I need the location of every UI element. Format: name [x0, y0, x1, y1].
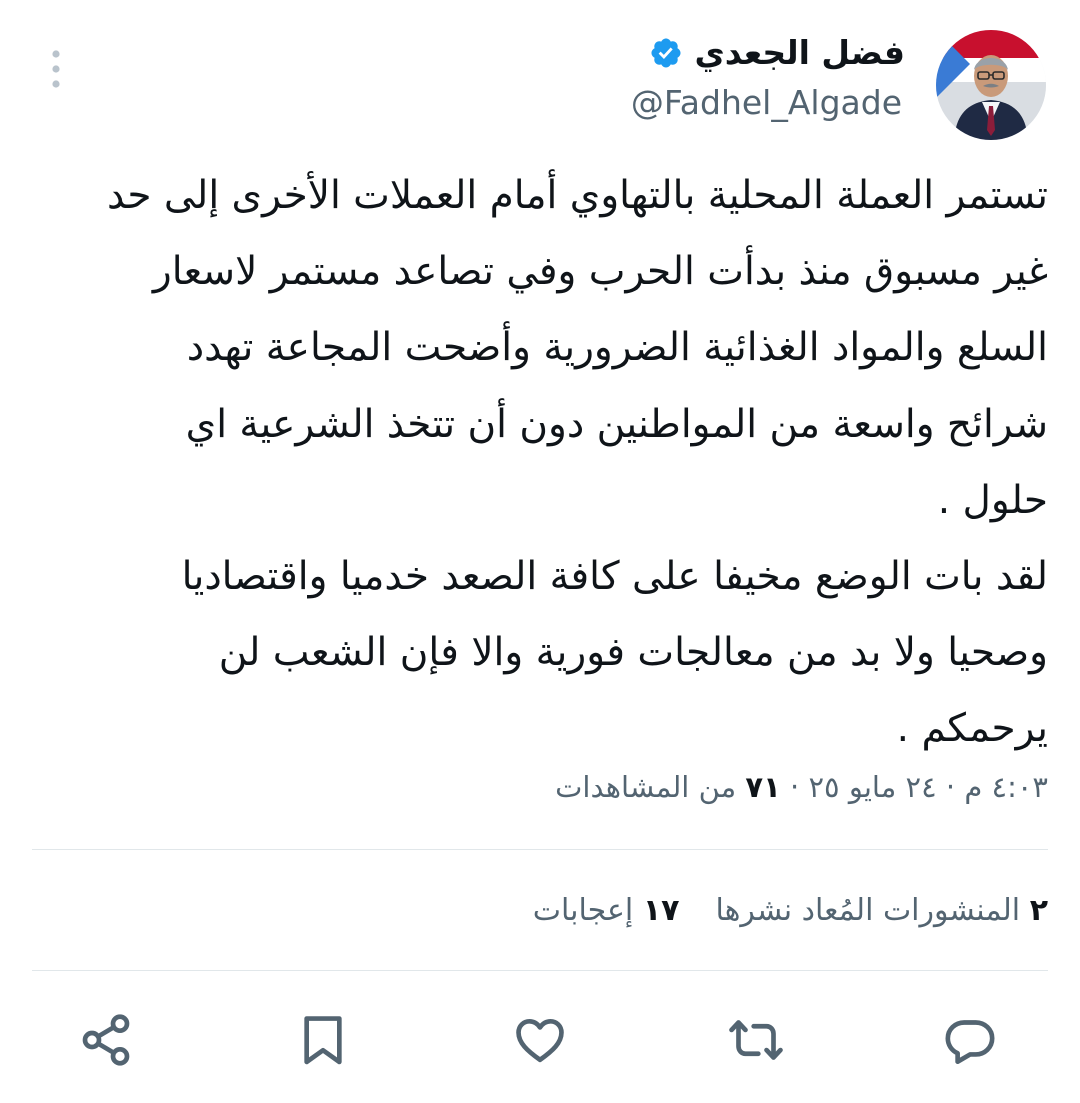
likes-stat[interactable]: ١٧ إعجابات — [533, 886, 680, 936]
action-bar — [0, 1005, 1080, 1075]
like-icon — [516, 1019, 564, 1063]
author-name-row[interactable]: فضل الجعدي — [649, 30, 906, 76]
views-label: من المشاهدات — [555, 770, 737, 804]
reposts-stat[interactable]: ٢ المنشورات المُعاد نشرها — [715, 886, 1048, 936]
bookmark-button[interactable] — [288, 1005, 358, 1075]
like-button[interactable] — [505, 1005, 575, 1075]
divider — [32, 849, 1048, 850]
divider — [32, 970, 1048, 971]
tweet-text: تستمر العملة المحلية بالتهاوي أمام العمل… — [106, 173, 1048, 752]
meta-separator: · — [790, 770, 800, 804]
share-icon — [82, 1014, 130, 1066]
bookmark-icon — [304, 1016, 342, 1065]
repost-icon — [729, 1020, 783, 1060]
more-options-icon[interactable] — [36, 46, 76, 92]
likes-count: ١٧ — [642, 893, 680, 928]
tweet-date[interactable]: ٢٤ مايو ٢٥ — [808, 770, 936, 804]
meta-separator: · — [945, 770, 956, 804]
views-count: ٧١ — [745, 770, 781, 804]
avatar[interactable] — [936, 30, 1046, 140]
tweet-stats: ٢ المنشورات المُعاد نشرها ١٧ إعجابات — [497, 886, 1048, 936]
tweet-detail: فضل الجعدي @Fadhel_Algade تستمر العملة ا… — [0, 0, 1080, 1103]
tweet-meta: ٤:٠٣ م · ٢٤ مايو ٢٥ · ٧١ من المشاهدات — [555, 762, 1048, 812]
share-button[interactable] — [71, 1005, 141, 1075]
tweet-time[interactable]: ٤:٠٣ م — [964, 770, 1048, 804]
reply-icon — [945, 1020, 995, 1065]
reposts-count: ٢ — [1029, 893, 1048, 928]
display-name[interactable]: فضل الجعدي — [695, 30, 906, 76]
repost-button[interactable] — [721, 1005, 791, 1075]
author-handle[interactable]: @Fadhel_Algade — [631, 80, 902, 126]
verified-badge-icon — [650, 38, 681, 68]
reply-button[interactable] — [935, 1005, 1005, 1075]
likes-label: إعجابات — [532, 893, 634, 928]
reposts-label: المنشورات المُعاد نشرها — [715, 893, 1021, 928]
